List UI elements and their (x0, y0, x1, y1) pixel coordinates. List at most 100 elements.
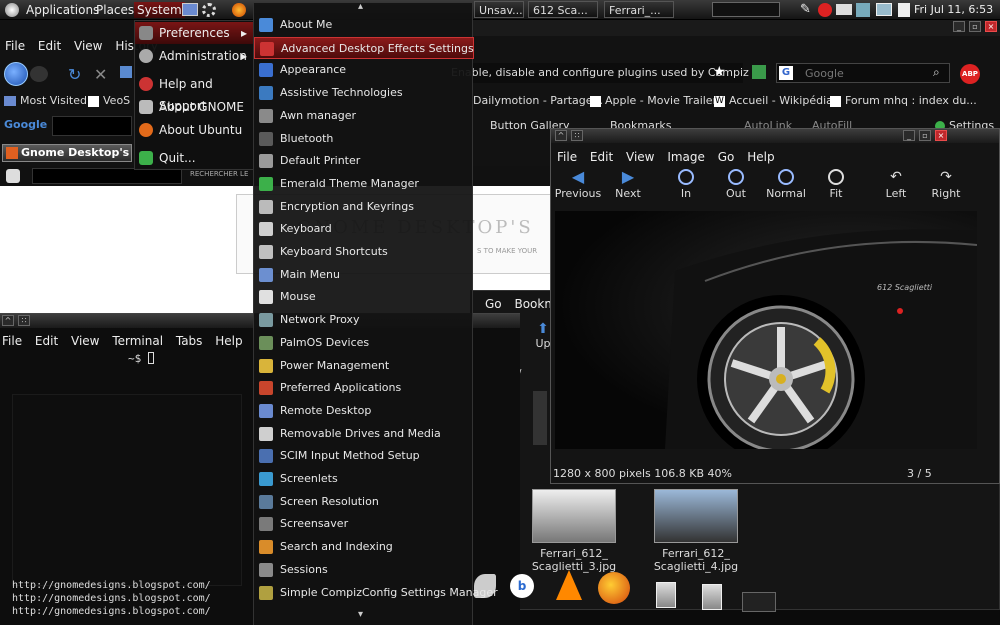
blogger-search-input[interactable] (32, 168, 182, 184)
firefox-icon[interactable] (598, 572, 630, 604)
file-thumb-2[interactable]: Ferrari_612_ Scaglietti_4.jpg (653, 489, 739, 573)
pref-item-default-printer[interactable]: Default Printer (254, 150, 474, 172)
google-toolbar-input[interactable] (52, 116, 132, 136)
pref-item-assistive-technologies[interactable]: Assistive Technologies (254, 82, 474, 104)
pref-item-preferred-applications[interactable]: Preferred Applications (254, 377, 474, 399)
home-icon[interactable] (120, 66, 132, 78)
pref-item-network-proxy[interactable]: Network Proxy (254, 309, 474, 331)
stop-icon[interactable]: ✕ (94, 65, 107, 84)
menu-view[interactable]: View (71, 334, 99, 348)
zoom-out-button[interactable]: Out (711, 169, 761, 200)
minimize-button[interactable]: _ (903, 130, 915, 141)
car-icon[interactable] (742, 592, 776, 612)
pref-item-keyboard-shortcuts[interactable]: Keyboard Shortcuts (254, 241, 474, 263)
bookmark-dailymotion[interactable]: Dailymotion - Partage... (473, 94, 603, 107)
network-icon[interactable] (876, 3, 892, 16)
clock[interactable]: Fri Jul 11, 6:53 PM (914, 2, 1000, 32)
search-box[interactable]: G Google ⌕ (776, 63, 950, 83)
pen-icon[interactable]: ✎ (800, 2, 811, 17)
ubuntu-logo-icon[interactable] (5, 3, 19, 17)
pref-item-about-me[interactable]: About Me (254, 14, 474, 36)
menu-edit[interactable]: Edit (590, 150, 613, 164)
address-bar[interactable]: Enable, disable and configure plugins us… (451, 63, 749, 83)
tab-gnome-desktop[interactable]: Gnome Desktop's De (2, 144, 132, 162)
pref-item-awn-manager[interactable]: Awn manager (254, 105, 474, 127)
zoom-fit-button[interactable]: Fit (811, 169, 861, 200)
pref-item-keyboard[interactable]: Keyboard (254, 218, 474, 240)
vlc-icon[interactable] (556, 570, 582, 600)
back-button[interactable] (4, 62, 28, 86)
menu-go[interactable]: Go (485, 297, 502, 311)
minimize-button[interactable]: _ (953, 21, 965, 32)
menu-go[interactable]: Go (718, 150, 735, 164)
close-button[interactable]: × (985, 21, 997, 32)
fileman-thumb-partial[interactable] (533, 391, 547, 445)
download-icon[interactable] (752, 65, 766, 79)
rotate-right-button[interactable]: ↷ Right (921, 169, 971, 200)
stop-icon[interactable] (818, 3, 832, 17)
task-unsaved[interactable]: Unsav... (474, 1, 524, 18)
menu-view[interactable]: View (74, 39, 102, 53)
pref-item-scim-input-method-setup[interactable]: SCIM Input Method Setup (254, 445, 474, 467)
menu-edit[interactable]: Edit (38, 39, 61, 53)
bookmark-most-visited[interactable]: Most Visited (4, 94, 87, 107)
pref-item-screen-resolution[interactable]: Screen Resolution (254, 491, 474, 513)
scroll-down-arrow-icon[interactable]: ▾ (358, 609, 363, 620)
pref-item-removable-drives-and-media[interactable]: Removable Drives and Media (254, 423, 474, 445)
pref-item-advanced-desktop-effects-settings[interactable]: Advanced Desktop Effects Settings (254, 36, 474, 59)
menu-terminal[interactable]: Terminal (112, 334, 163, 348)
menu-file[interactable]: File (5, 39, 25, 53)
pref-item-screenlets[interactable]: Screenlets (254, 468, 474, 490)
maximize-button[interactable]: ▫ (919, 130, 931, 141)
adblock-icon[interactable]: ABP (960, 64, 980, 84)
firefox-titlebar[interactable]: _ ▫ × (473, 20, 1000, 36)
menu-view[interactable]: View (626, 150, 654, 164)
menu-image[interactable]: Image (667, 150, 705, 164)
pref-item-screensaver[interactable]: Screensaver (254, 513, 474, 535)
menu-help[interactable]: Help (215, 334, 242, 348)
pref-item-remote-desktop[interactable]: Remote Desktop (254, 400, 474, 422)
system-item-administration[interactable]: Administration ▸ (135, 45, 253, 67)
close-button[interactable]: × (935, 130, 947, 141)
cabinet-icon[interactable] (702, 584, 722, 610)
recherche-button[interactable]: RECHERCHER LE (190, 170, 248, 178)
bluetooth-icon[interactable]: b (510, 574, 534, 598)
menu-edit[interactable]: Edit (35, 334, 58, 348)
move-button[interactable]: ∷ (18, 315, 30, 326)
pref-item-simple-compizconfig-settings-manager[interactable]: Simple CompizConfig Settings Manager (254, 582, 498, 604)
pref-item-power-management[interactable]: Power Management (254, 355, 474, 377)
pref-item-bluetooth[interactable]: Bluetooth (254, 128, 474, 150)
zoom-in-button[interactable]: In (661, 169, 711, 200)
pref-item-appearance[interactable]: Appearance (254, 59, 474, 81)
image-icon[interactable] (182, 3, 198, 16)
pref-item-search-and-indexing[interactable]: Search and Indexing (254, 536, 474, 558)
zoom-normal-button[interactable]: Normal (761, 169, 811, 200)
blogger-icon[interactable] (6, 169, 20, 183)
cabinet-icon[interactable] (656, 582, 676, 608)
places-menu[interactable]: Places (96, 2, 134, 18)
bookmark-veos[interactable]: VeoS (88, 94, 130, 107)
pref-item-encryption-and-keyrings[interactable]: Encryption and Keyrings (254, 196, 474, 218)
viewer-titlebar[interactable]: ^ ∷ _ ▫ × (551, 129, 999, 143)
menu-file[interactable]: File (2, 334, 22, 348)
bookmark-apple[interactable]: Apple - Movie Trailers (590, 94, 723, 107)
system-item-quit[interactable]: Quit... (135, 147, 253, 169)
maximize-button[interactable]: ▫ (969, 21, 981, 32)
gear-icon[interactable] (202, 3, 216, 17)
pref-item-mouse[interactable]: Mouse (254, 286, 474, 308)
notes-icon[interactable] (898, 3, 910, 17)
system-item-preferences[interactable]: Preferences ▸ (135, 22, 253, 44)
menu-file[interactable]: File (557, 150, 577, 164)
bookmark-forum[interactable]: Forum mhq : index du... (830, 94, 977, 107)
scroll-up-arrow-icon[interactable]: ▴ (358, 1, 363, 12)
pref-item-palmos-devices[interactable]: PalmOS Devices (254, 332, 474, 354)
system-menu-button[interactable]: System (134, 2, 185, 18)
workspace-switcher[interactable] (712, 2, 780, 17)
volume-icon[interactable] (856, 3, 870, 17)
menu-tabs[interactable]: Tabs (176, 334, 203, 348)
bookmark-wikipedia[interactable]: W Accueil - Wikipédia (714, 94, 833, 107)
viewer-image[interactable]: 612 Scaglietti (555, 211, 977, 449)
file-thumb-1[interactable]: Ferrari_612_ Scaglietti_3.jpg (531, 489, 617, 573)
shade-button[interactable]: ^ (555, 130, 567, 141)
mail-icon[interactable] (836, 4, 852, 15)
